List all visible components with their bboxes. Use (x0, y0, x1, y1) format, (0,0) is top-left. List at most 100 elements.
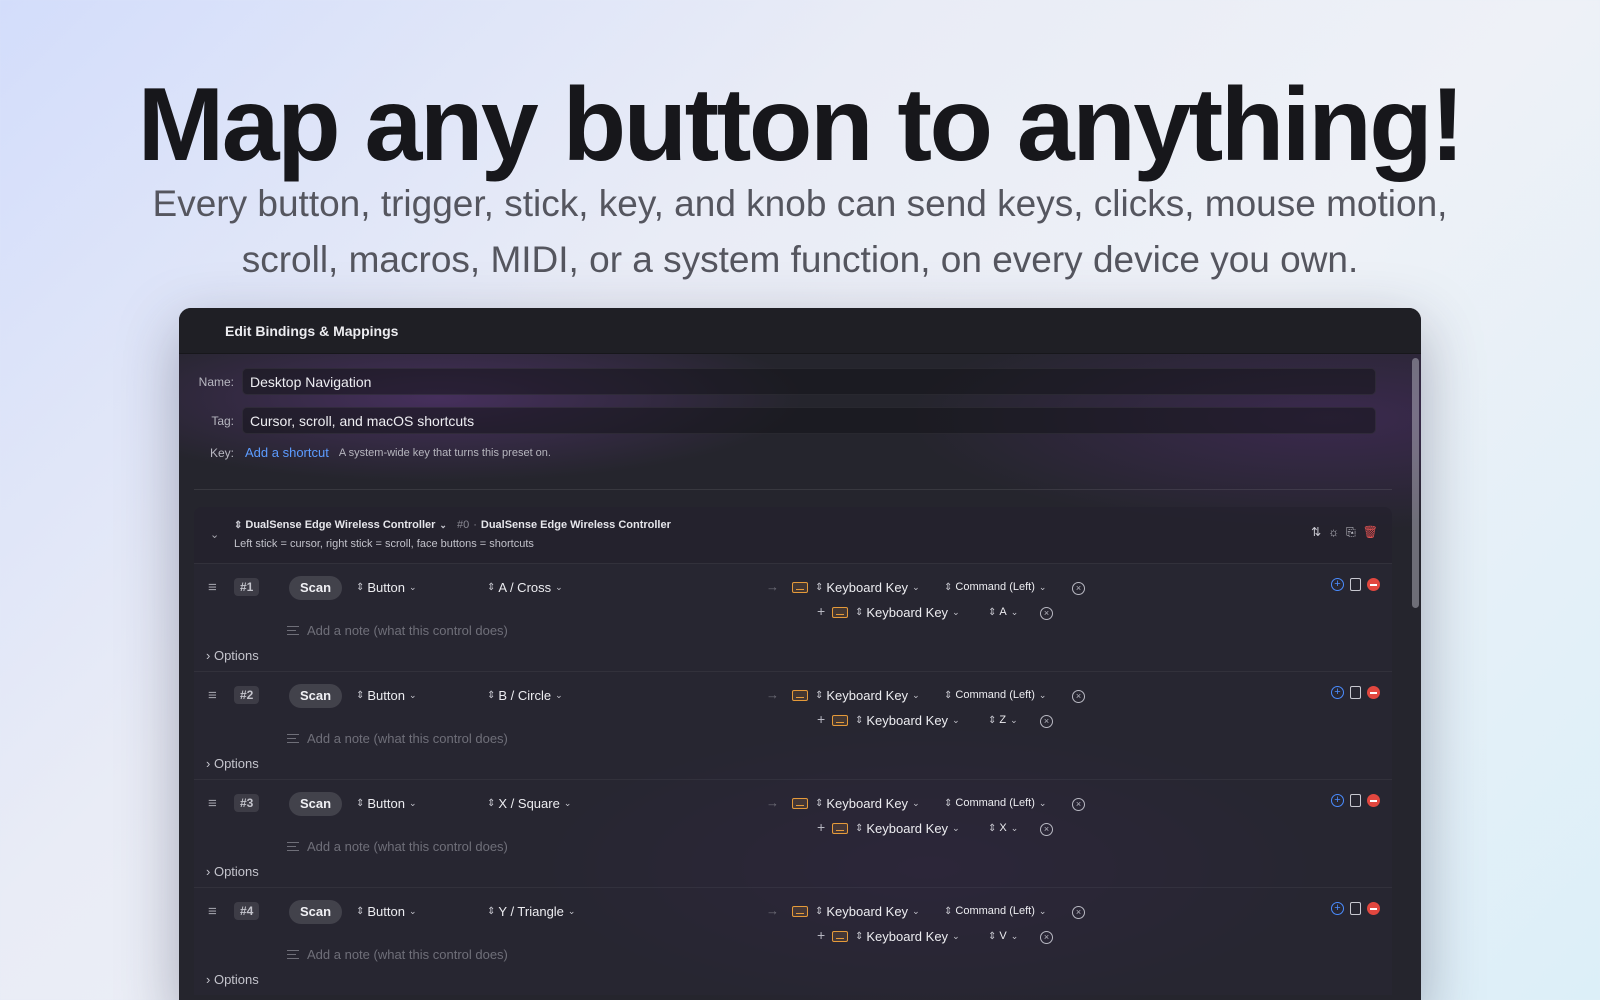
separator-dot: · (473, 519, 477, 531)
copy-icon[interactable]: ⎘ (1346, 525, 1356, 540)
clear-icon[interactable]: × (1072, 690, 1085, 703)
drag-handle-icon[interactable]: ≡ (208, 903, 217, 920)
note-icon (287, 734, 299, 743)
chevron-down-icon: ⌄ (567, 906, 576, 916)
key-value: A (999, 606, 1007, 618)
scan-button[interactable]: Scan (289, 576, 343, 600)
scan-button[interactable]: Scan (289, 792, 343, 816)
remove-icon[interactable] (1367, 578, 1380, 591)
updown-icon: ⇕ (815, 798, 823, 809)
action2-select[interactable]: ⇕ Keyboard Key ⌄ (832, 929, 960, 944)
key-select[interactable]: ⇕ Z ⌄ (988, 714, 1018, 726)
action2-value: Keyboard Key (866, 605, 949, 620)
drag-handle-icon[interactable]: ≡ (208, 687, 217, 704)
control-type-select[interactable]: ⇕ Button ⌄ (356, 796, 417, 811)
action-select[interactable]: ⇕ Keyboard Key ⌄ (792, 580, 920, 595)
device-selector[interactable]: ⇕ DualSense Edge Wireless Controller ⌄ #… (234, 519, 671, 531)
copy-icon[interactable] (1350, 578, 1361, 591)
modifier-select[interactable]: ⇕ Command (Left) ⌄ (944, 905, 1046, 917)
drag-handle-icon[interactable]: ≡ (208, 795, 217, 812)
note-input[interactable]: Add a note (what this control does) (287, 731, 508, 746)
add-circle-icon[interactable]: + (1331, 902, 1344, 915)
action2-select[interactable]: ⇕ Keyboard Key ⌄ (832, 605, 960, 620)
control-select[interactable]: ⇕ Y / Triangle ⌄ (487, 904, 575, 919)
arrow-right-icon: → (766, 795, 779, 810)
tag-input[interactable]: Cursor, scroll, and macOS shortcuts (242, 407, 1376, 434)
binding-number: #2 (234, 686, 260, 704)
remove-icon[interactable] (1367, 902, 1380, 915)
copy-icon[interactable] (1350, 794, 1361, 807)
control-select[interactable]: ⇕ A / Cross ⌄ (487, 580, 563, 595)
plus-icon[interactable]: + (817, 711, 825, 727)
options-toggle[interactable]: › Options (206, 648, 259, 663)
modifier-select[interactable]: ⇕ Command (Left) ⌄ (944, 689, 1046, 701)
action2-select[interactable]: ⇕ Keyboard Key ⌄ (832, 821, 960, 836)
plus-icon[interactable]: + (817, 819, 825, 835)
keyboard-icon (792, 906, 808, 917)
key-value: Z (999, 714, 1007, 726)
bindings-window: Edit Bindings & Mappings Name: Desktop N… (179, 308, 1421, 1000)
control-select[interactable]: ⇕ X / Square ⌄ (487, 796, 571, 811)
drag-handle-icon[interactable]: ≡ (208, 579, 217, 596)
key-select[interactable]: ⇕ A ⌄ (988, 606, 1018, 618)
binding-number: #3 (234, 794, 260, 812)
chevron-down-icon: ⌄ (439, 519, 447, 530)
updown-icon: ⇕ (988, 822, 996, 834)
name-input[interactable]: Desktop Navigation (242, 368, 1376, 395)
key-row: Key: Add a shortcut A system-wide key th… (179, 445, 551, 460)
options-toggle[interactable]: › Options (206, 756, 259, 771)
clear-icon[interactable]: × (1072, 798, 1085, 811)
key-select[interactable]: ⇕ X ⌄ (988, 822, 1018, 834)
device-full-name: DualSense Edge Wireless Controller (480, 519, 671, 531)
sort-icon[interactable]: ⇅ (1311, 525, 1321, 540)
clear-icon[interactable]: × (1040, 823, 1053, 836)
action-value: Keyboard Key (826, 796, 909, 811)
key-select[interactable]: ⇕ V ⌄ (988, 930, 1018, 942)
copy-icon[interactable] (1350, 902, 1361, 915)
add-circle-icon[interactable]: + (1331, 686, 1344, 699)
chevron-down-icon: ⌄ (1010, 714, 1018, 725)
window-titlebar: Edit Bindings & Mappings (179, 308, 1421, 354)
add-circle-icon[interactable]: + (1331, 794, 1344, 807)
options-label: Options (213, 756, 259, 771)
note-input[interactable]: Add a note (what this control does) (287, 623, 508, 638)
control-type-select[interactable]: ⇕ Button ⌄ (356, 904, 417, 919)
trash-icon[interactable]: 🗑 (1363, 525, 1378, 540)
action-value: Keyboard Key (826, 688, 909, 703)
binding-tools: + (1331, 686, 1380, 699)
remove-icon[interactable] (1367, 794, 1380, 807)
options-toggle[interactable]: › Options (206, 864, 259, 879)
action-select[interactable]: ⇕ Keyboard Key ⌄ (792, 904, 920, 919)
add-shortcut-link[interactable]: Add a shortcut (245, 445, 329, 460)
control-type-select[interactable]: ⇕ Button ⌄ (356, 688, 417, 703)
options-toggle[interactable]: › Options (206, 972, 259, 987)
note-input[interactable]: Add a note (what this control does) (287, 839, 508, 854)
binding-row: ≡ #3 Scan ⇕ Button ⌄ ⇕ X / Square ⌄ → ⇕ … (194, 779, 1392, 887)
control-type-select[interactable]: ⇕ Button ⌄ (356, 580, 417, 595)
clear-icon[interactable]: × (1040, 607, 1053, 620)
action-select[interactable]: ⇕ Keyboard Key ⌄ (792, 796, 920, 811)
modifier-select[interactable]: ⇕ Command (Left) ⌄ (944, 581, 1046, 593)
modifier-select[interactable]: ⇕ Command (Left) ⌄ (944, 797, 1046, 809)
control-select[interactable]: ⇕ B / Circle ⌄ (487, 688, 563, 703)
plus-icon[interactable]: + (817, 927, 825, 943)
action2-select[interactable]: ⇕ Keyboard Key ⌄ (832, 713, 960, 728)
remove-icon[interactable] (1367, 686, 1380, 699)
collapse-chevron-icon[interactable]: ⌄ (210, 528, 219, 541)
chevron-down-icon: ⌄ (1038, 905, 1047, 916)
clear-icon[interactable]: × (1072, 582, 1085, 595)
scan-button[interactable]: Scan (289, 684, 343, 708)
scan-button[interactable]: Scan (289, 900, 343, 924)
key-hint: A system-wide key that turns this preset… (338, 446, 551, 459)
add-circle-icon[interactable]: + (1331, 578, 1344, 591)
clear-icon[interactable]: × (1072, 906, 1085, 919)
copy-icon[interactable] (1350, 686, 1361, 699)
plus-icon[interactable]: + (817, 603, 825, 619)
clear-icon[interactable]: × (1040, 931, 1053, 944)
clear-icon[interactable]: × (1040, 715, 1053, 728)
options-label: Options (213, 972, 259, 987)
settings-icon[interactable]: ☼ (1328, 525, 1339, 540)
action-select[interactable]: ⇕ Keyboard Key ⌄ (792, 688, 920, 703)
scrollbar-thumb[interactable] (1412, 358, 1419, 608)
note-input[interactable]: Add a note (what this control does) (287, 947, 508, 962)
